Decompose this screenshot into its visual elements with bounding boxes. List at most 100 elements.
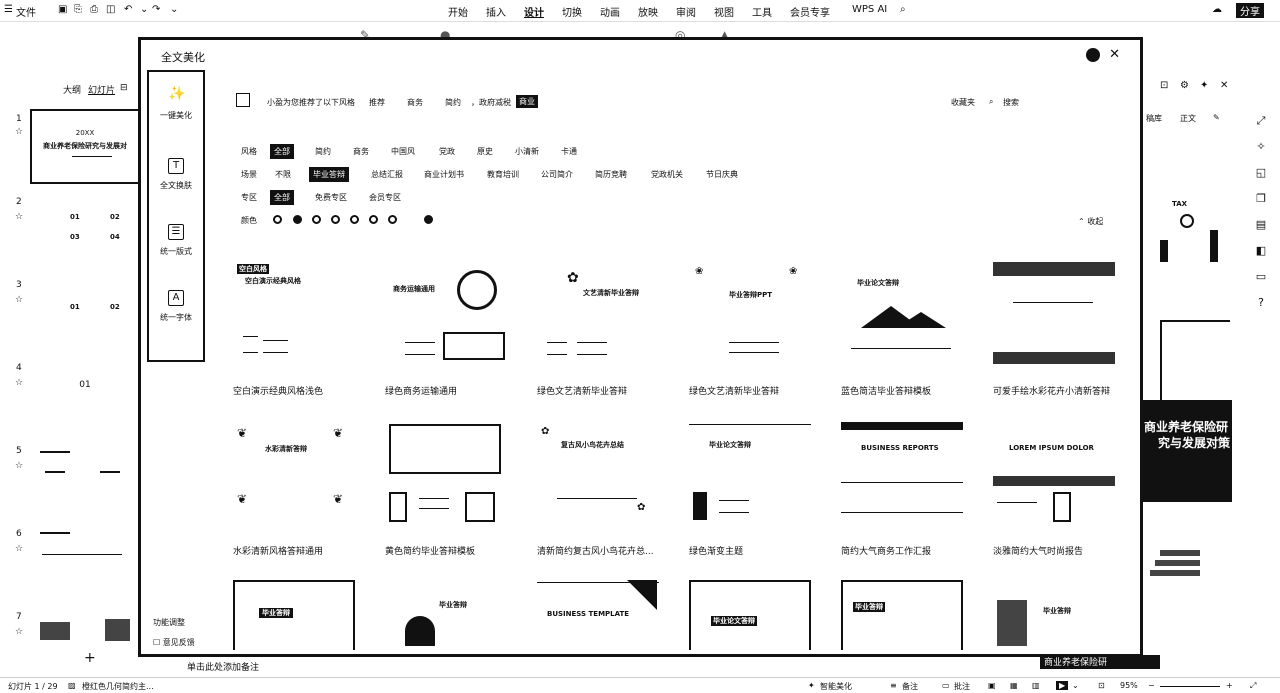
tab-design[interactable]: 设计 xyxy=(524,4,544,19)
search-icon[interactable]: ⌕ xyxy=(989,97,993,107)
style-chip[interactable]: 原史 xyxy=(477,146,493,157)
close-icon[interactable]: ✕ xyxy=(1220,80,1228,91)
color-swatch[interactable] xyxy=(293,215,302,224)
toolbar-shape-icon[interactable]: ◱ xyxy=(1254,160,1268,186)
toolbar-magic-icon[interactable]: ✧ xyxy=(1254,134,1268,160)
tab-member[interactable]: 会员专享 xyxy=(790,4,830,19)
toolbar-tab-icon[interactable]: ▭ xyxy=(1254,264,1268,290)
sidebar-item-layout[interactable]: ☰ 统一版式 xyxy=(149,224,203,257)
color-swatch[interactable] xyxy=(331,215,340,224)
toolbar-layers-icon[interactable]: ❐ xyxy=(1254,186,1268,212)
template-card[interactable]: BUSINESS TEMPLATE xyxy=(537,580,659,650)
zoom-level[interactable]: 95% xyxy=(1120,681,1138,690)
scene-chip[interactable]: 总结汇报 xyxy=(371,169,403,180)
tab-tools[interactable]: 工具 xyxy=(752,4,772,19)
notes-button[interactable]: 备注 xyxy=(902,681,918,692)
cloud-icon[interactable]: ☁ xyxy=(1212,4,1222,15)
toolbar-text-icon[interactable]: ▤ xyxy=(1254,212,1268,238)
template-card[interactable]: 可爱手绘水彩花卉小清新答辩 xyxy=(993,262,1115,397)
style-chip[interactable]: 商务 xyxy=(353,146,369,157)
tab-slideshow[interactable]: 放映 xyxy=(638,4,658,19)
template-card[interactable]: 毕业论文答辩 绿色渐变主题 xyxy=(689,422,811,557)
template-card[interactable]: ❦ ❦ 水彩清新答辩 ❦ ❦ 水彩清新风格答辩通用 xyxy=(233,422,355,557)
color-swatch[interactable] xyxy=(388,215,397,224)
redo-icon[interactable]: ↷ xyxy=(152,4,160,15)
style-chip[interactable]: 中国风 xyxy=(391,146,415,157)
slide-thumbnail[interactable]: 20XX 商业养老保险研究与发展对 xyxy=(30,109,140,184)
slide-thumbnail[interactable]: 01 02 03 04 xyxy=(30,193,140,265)
template-card[interactable]: ❀ ❀ 毕业答辩PPT 绿色文艺清新毕业答辩 xyxy=(689,262,811,397)
template-card[interactable]: 毕业答辩 xyxy=(385,580,507,650)
fullscreen-icon[interactable]: ⤢ xyxy=(1250,681,1256,691)
scene-chip[interactable]: 教育培训 xyxy=(487,169,519,180)
style-chip[interactable]: 简约 xyxy=(315,146,331,157)
reading-view-icon[interactable]: ▥ xyxy=(1032,681,1040,690)
slide-thumbnail[interactable]: 01 xyxy=(30,358,140,430)
toolbar-bookmark-icon[interactable]: ◧ xyxy=(1254,238,1268,264)
zoom-out-icon[interactable]: − xyxy=(1148,681,1155,690)
scene-chip[interactable]: 简历竞聘 xyxy=(595,169,627,180)
collapse-button[interactable]: ⌃ 收起 xyxy=(1078,216,1103,227)
toolbar-expand-icon[interactable]: ⤢ xyxy=(1254,108,1268,134)
template-card[interactable]: 复古风小鸟花卉总结 ✿ ✿ 清新简约复古风小鸟花卉总... xyxy=(537,422,659,557)
rec-chip-active[interactable]: 商业 xyxy=(516,95,538,108)
fit-icon[interactable]: ⊡ xyxy=(1098,681,1105,690)
color-swatch[interactable] xyxy=(369,215,378,224)
comments-button[interactable]: 批注 xyxy=(954,681,970,692)
feedback-link[interactable]: ☐ 意见反馈 xyxy=(153,637,195,648)
template-card[interactable]: 毕业论文答辩 xyxy=(689,580,811,650)
rec-chip[interactable]: 商务 xyxy=(407,97,423,108)
sorter-view-icon[interactable]: ▦ xyxy=(1010,681,1018,690)
color-all-icon[interactable] xyxy=(273,215,282,224)
template-card[interactable]: ✿ 文艺清新毕业答辩 绿色文艺清新毕业答辩 xyxy=(537,262,659,397)
style-chip[interactable]: 党政 xyxy=(439,146,455,157)
color-swatch[interactable] xyxy=(424,215,433,224)
notes-placeholder[interactable]: 单击此处添加备注 xyxy=(187,660,259,673)
template-card[interactable]: 毕业答辩 xyxy=(841,580,963,650)
scene-chip-active[interactable]: 毕业答辩 xyxy=(309,167,349,182)
edit-icon[interactable]: ✎ xyxy=(1213,113,1220,122)
template-card[interactable]: 商务运输通用 绿色商务运输通用 xyxy=(385,262,507,397)
sidebar-item-one-click[interactable]: ✨ 一键美化 xyxy=(149,87,203,121)
file-menu[interactable]: 文件 xyxy=(16,4,36,19)
wps-ai-button[interactable]: WPS AI xyxy=(852,4,887,15)
color-swatch[interactable] xyxy=(312,215,321,224)
preview-icon[interactable]: ◫ xyxy=(106,4,115,15)
zoom-slider[interactable] xyxy=(1160,686,1220,687)
rec-chip[interactable]: 简约 xyxy=(445,97,461,108)
play-dropdown-icon[interactable]: ⌄ xyxy=(1072,681,1079,690)
undo-dropdown-icon[interactable]: ⌄ xyxy=(140,4,148,15)
tab-transition[interactable]: 切换 xyxy=(562,4,582,19)
normal-view-icon[interactable]: ▣ xyxy=(988,681,996,690)
feature-adjust-link[interactable]: 功能调整 xyxy=(153,617,185,628)
share-button[interactable]: 分享 xyxy=(1236,3,1264,18)
pin-icon[interactable]: ✦ xyxy=(1200,80,1208,91)
more-dropdown-icon[interactable]: ⌄ xyxy=(170,4,178,15)
menu-icon[interactable]: ☰ xyxy=(4,4,13,15)
template-card[interactable]: 毕业答辩 xyxy=(233,580,355,650)
panel-icon[interactable]: ⊡ xyxy=(1160,80,1168,91)
style-chip[interactable]: 卡通 xyxy=(561,146,577,157)
export-icon[interactable]: ⎘ xyxy=(74,4,82,15)
zone-chip[interactable]: 免费专区 xyxy=(315,192,347,203)
style-chip[interactable]: 小清新 xyxy=(515,146,539,157)
zoom-in-icon[interactable]: + xyxy=(1226,681,1233,690)
search-button[interactable]: 搜索 xyxy=(1003,97,1019,108)
favorites-button[interactable]: 收藏夹 xyxy=(951,97,975,108)
rec-chip[interactable]: ，政府减税 xyxy=(471,97,511,108)
save-icon[interactable]: ▣ xyxy=(58,4,67,15)
tab-animation[interactable]: 动画 xyxy=(600,4,620,19)
print-icon[interactable]: ⎙ xyxy=(90,4,98,15)
search-icon[interactable]: ⌕ xyxy=(900,4,906,15)
zone-chip[interactable]: 会员专区 xyxy=(369,192,401,203)
close-icon[interactable]: ✕ xyxy=(1109,47,1120,62)
add-slide-button[interactable]: + xyxy=(84,650,96,666)
tab-start[interactable]: 开始 xyxy=(448,4,468,19)
style-chip-active[interactable]: 全部 xyxy=(270,144,294,159)
template-card[interactable]: 黄色简约毕业答辩模板 xyxy=(385,422,507,557)
theme-name[interactable]: 橙红色几何简约主... xyxy=(82,681,154,692)
scene-chip[interactable]: 不限 xyxy=(275,169,291,180)
template-card[interactable]: LOREM IPSUM DOLOR 淡雅简约大气时尚报告 xyxy=(993,422,1115,557)
slide-thumbnail[interactable] xyxy=(30,441,140,513)
template-card[interactable]: 毕业答辩 xyxy=(993,580,1115,650)
